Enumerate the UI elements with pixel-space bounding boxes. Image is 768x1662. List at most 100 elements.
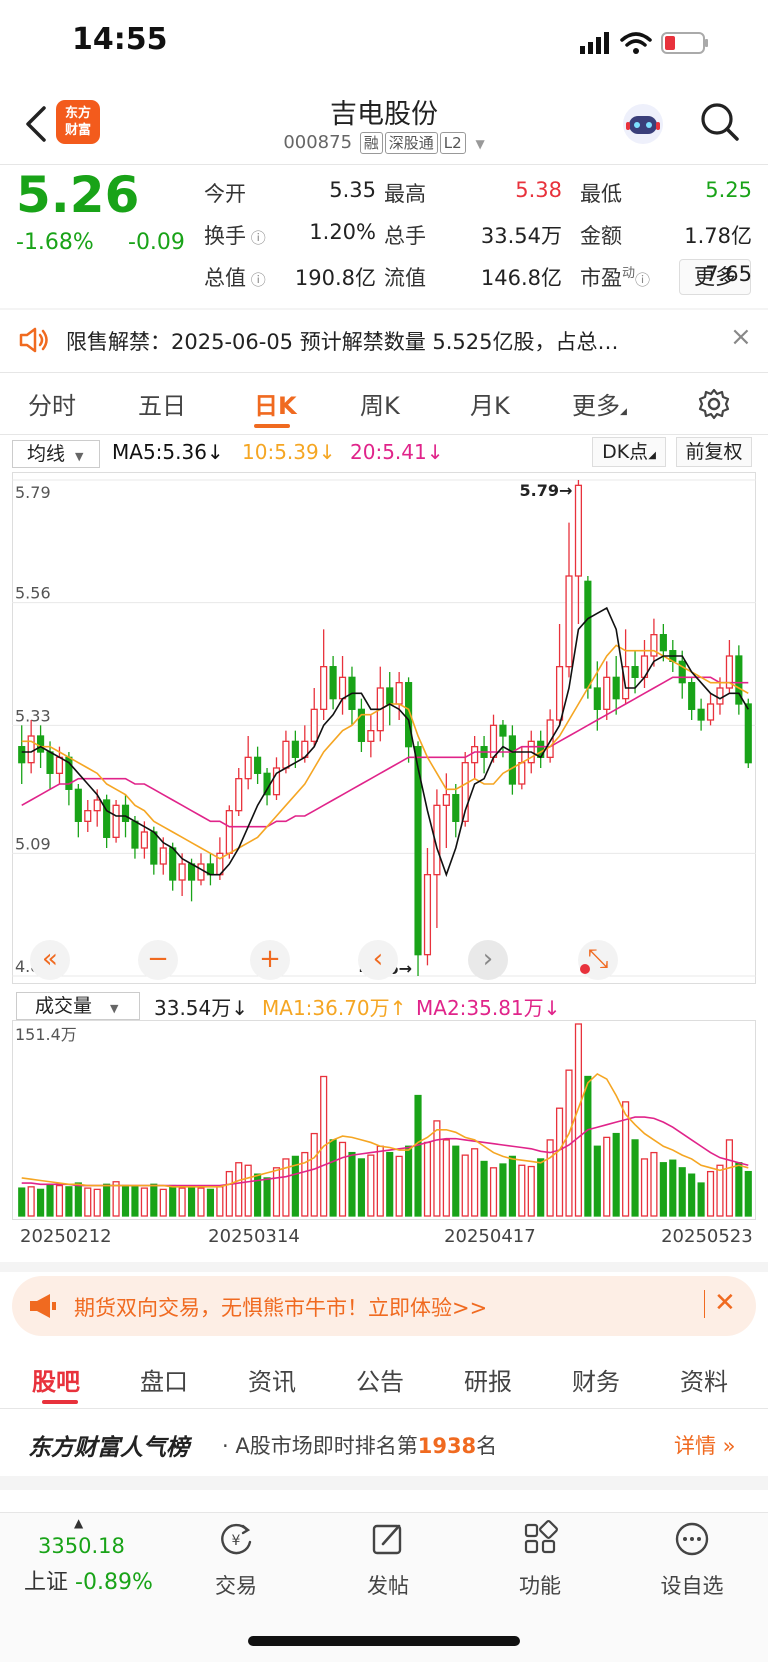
index-name[interactable]: 上证 -0.89% [24, 1564, 153, 1596]
settings-gear-icon[interactable] [698, 388, 730, 420]
candle-body [140, 831, 148, 849]
nav-post[interactable]: 发帖 [338, 1520, 438, 1600]
home-indicator [248, 1636, 520, 1646]
volume-bar [603, 1136, 611, 1217]
tab-0[interactable]: 分时 [28, 386, 76, 421]
zoom-in-icon[interactable]: + [250, 940, 290, 980]
robot-assistant-icon[interactable] [620, 102, 666, 146]
volume-bar [508, 1155, 516, 1217]
candle-body [471, 746, 479, 764]
candle-body [603, 676, 611, 710]
zoom-out-icon[interactable]: − [138, 940, 178, 980]
candle-body [442, 794, 450, 806]
info-icon[interactable]: ⓘ [635, 271, 650, 289]
candle-body [74, 788, 82, 822]
tab-4[interactable]: 月K [470, 386, 510, 421]
volume-chart[interactable]: 151.4万 [12, 1020, 756, 1220]
function-icon [524, 1520, 558, 1554]
scroll-left-icon[interactable]: « [30, 940, 70, 980]
candle-body [650, 634, 658, 657]
info-tab-3[interactable]: 公告 [356, 1362, 404, 1397]
volume-indicator-select[interactable]: 成交量 ▼ [16, 992, 140, 1020]
vma2-readout: MA2:35.81万↓ [416, 996, 561, 1020]
quote-value-3: 1.20% [309, 220, 376, 244]
ma5-line [21, 606, 749, 878]
nav-trade[interactable]: ¥ 交易 [186, 1520, 286, 1600]
candle-body [197, 863, 205, 881]
ma-type-select[interactable]: 均线 ▼ [12, 440, 100, 468]
prev-icon[interactable]: ‹ [358, 940, 398, 980]
volume-bar [263, 1177, 271, 1217]
quote-value-4: 33.54万 [480, 224, 562, 248]
quote-label-6: 总值 ⓘ [204, 266, 266, 290]
info-tab-1[interactable]: 盘口 [140, 1362, 188, 1397]
candle-body [612, 676, 620, 700]
rank-prefix: · A股市场即时排名第 [222, 1434, 418, 1458]
quote-label-5: 金额 [580, 224, 622, 248]
fullscreen-icon[interactable]: ⤡ [578, 940, 618, 980]
volume-bar [612, 1132, 620, 1217]
volume-bar [46, 1183, 54, 1217]
info-icon[interactable]: ⓘ [246, 271, 266, 289]
volume-bar [18, 1187, 26, 1217]
volume-bar [338, 1141, 347, 1217]
header-divider [0, 164, 768, 165]
pe-superscript: 动 [622, 266, 636, 281]
close-icon[interactable]: × [730, 322, 752, 352]
tag-connect: 深股通 [384, 132, 438, 154]
nav-function[interactable]: 功能 [490, 1520, 590, 1600]
rank-detail-link[interactable]: 详情 » [674, 1430, 736, 1460]
current-price: 5.26 [16, 166, 140, 224]
tabs-divider [0, 434, 768, 435]
unlock-notice-text: 限售解禁：2025-06-05 预计解禁数量 5.525亿股，占总… [66, 330, 619, 354]
rank-suffix: 名 [476, 1434, 498, 1458]
volume-bar [405, 1145, 413, 1217]
tab-2[interactable]: 日K [254, 386, 297, 421]
volume-bar [93, 1188, 101, 1217]
vma1-readout: MA1:36.70万↑ [262, 996, 407, 1020]
candle-body [282, 740, 290, 769]
nav-watchlist[interactable]: 设自选 [642, 1520, 742, 1600]
search-icon[interactable] [700, 102, 740, 142]
quote-label-1: 最高 [384, 182, 426, 206]
volume-bar [84, 1187, 92, 1217]
tag-margin: 融 [359, 132, 383, 154]
info-tab-2[interactable]: 资讯 [248, 1362, 296, 1397]
next-icon[interactable]: › [468, 940, 508, 980]
volume-bar [716, 1164, 724, 1217]
info-tab-4[interactable]: 研报 [464, 1362, 512, 1397]
candle-body [310, 708, 318, 742]
rank-number: 1938 [417, 1434, 477, 1458]
volume-bar [688, 1173, 696, 1217]
candle-body [55, 756, 64, 774]
candle-body [659, 634, 667, 652]
tab-1[interactable]: 五日 [138, 386, 186, 421]
status-time: 14:55 [72, 22, 168, 57]
dk-point-button[interactable]: DK点◢ [592, 437, 666, 467]
volume-bar [150, 1183, 158, 1217]
info-tab-5[interactable]: 财务 [572, 1362, 620, 1397]
close-icon[interactable]: ✕ [714, 1288, 736, 1318]
candle-body [386, 687, 394, 705]
active-tab-indicator [254, 424, 290, 428]
candle-body [423, 874, 432, 956]
pct-change: -1.68% [16, 230, 94, 255]
ma20-readout: 20:5.41↓ [350, 440, 444, 464]
candle-body [131, 820, 139, 849]
tab-3[interactable]: 周K [360, 386, 400, 421]
info-tab-0[interactable]: 股吧 [32, 1362, 80, 1397]
dropdown-icon[interactable]: ▼ [475, 137, 484, 151]
candle-body [291, 740, 299, 758]
candle-body [518, 762, 526, 785]
volume-bar [461, 1154, 469, 1217]
info-icon[interactable]: ⓘ [246, 229, 266, 247]
kline-chart[interactable]: 5.795.565.335.094.865.79→4.86→ [12, 472, 756, 984]
info-tab-6[interactable]: 资料 [680, 1362, 728, 1397]
rank-text: · A股市场即时排名第1938名 [222, 1430, 497, 1460]
index-value[interactable]: 3350.18 [38, 1534, 125, 1558]
tab-5[interactable]: 更多◢ [572, 386, 627, 421]
volume-bar [367, 1154, 375, 1217]
adjust-button[interactable]: 前复权 [676, 437, 752, 467]
tabs-divider [0, 1408, 768, 1409]
y-tick-label: 5.56 [15, 584, 51, 603]
